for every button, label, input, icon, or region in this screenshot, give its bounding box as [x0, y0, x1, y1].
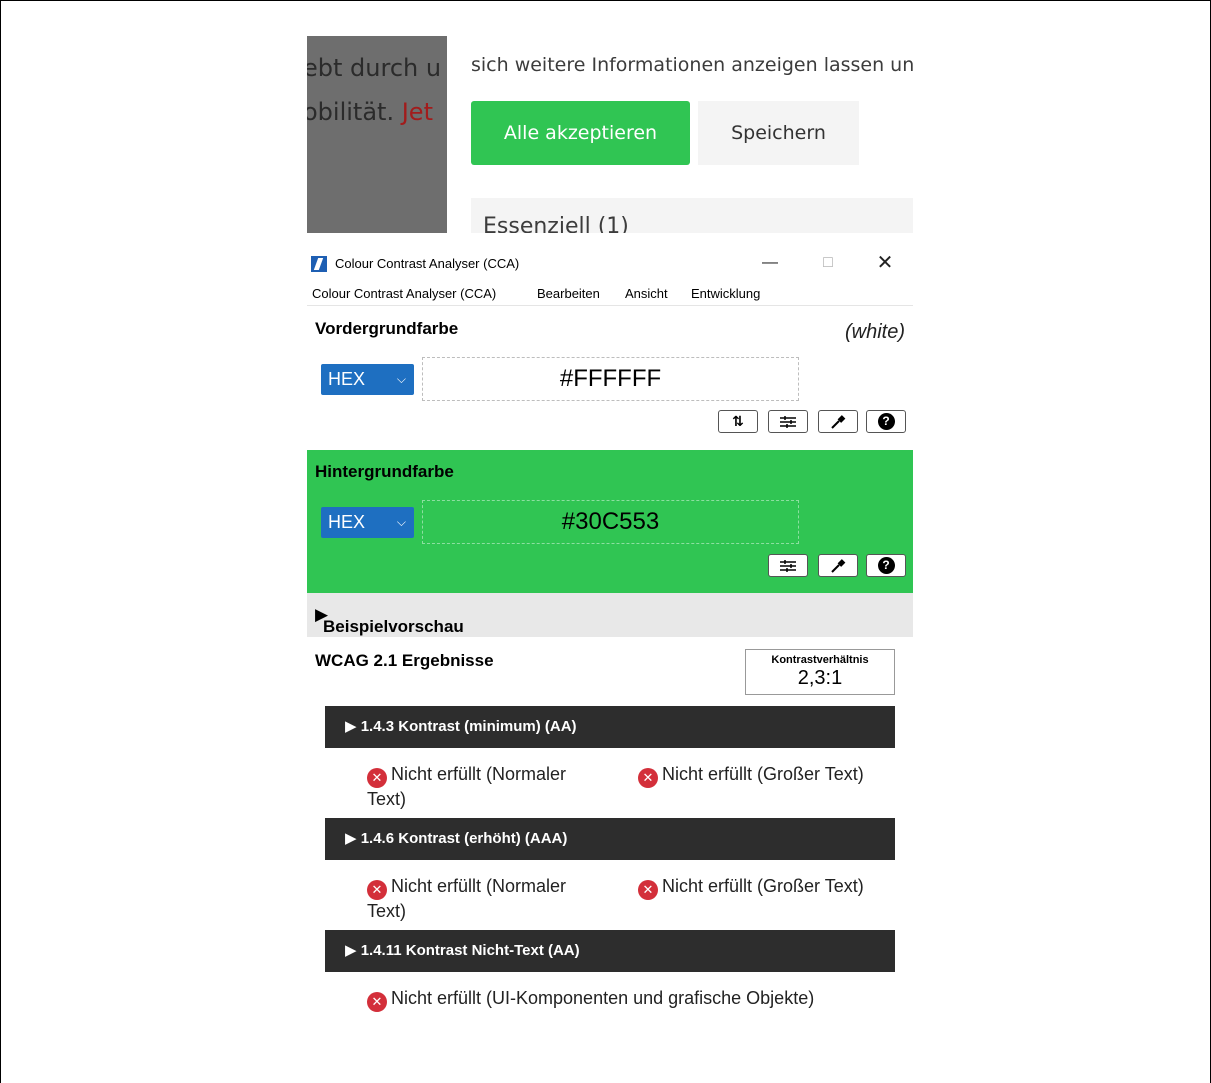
chevron-down-icon: ⌵	[396, 515, 406, 529]
menu-item-entwicklung[interactable]: Entwicklung	[691, 286, 760, 301]
criterion-1-4-6-large-result: ✕ Nicht erfüllt (Großer Text)	[638, 875, 908, 900]
contrast-ratio-label: Kontrastverhältnis	[771, 654, 869, 666]
criterion-1-4-3-header[interactable]: ▶ 1.4.3 Kontrast (minimum) (AA)	[325, 706, 895, 748]
foreground-sliders-button[interactable]	[768, 410, 808, 433]
menu-item-ansicht[interactable]: Ansicht	[625, 286, 668, 301]
criterion-1-4-3-large-text: Nicht erfüllt (Großer Text)	[662, 764, 864, 784]
foreground-hex-input[interactable]: #FFFFFF	[422, 357, 799, 401]
criterion-1-4-3-large-result: ✕ Nicht erfüllt (Großer Text)	[638, 763, 908, 788]
background-text-line2: obilität. Jet	[307, 98, 433, 126]
title-bar: Colour Contrast Analyser (CCA) — □ ✕	[307, 233, 913, 281]
foreground-label: Vordergrundfarbe	[315, 319, 459, 338]
preview-label-text: Beispielvorschau	[323, 617, 464, 636]
foreground-format-value: HEX	[328, 369, 366, 389]
cookie-banner: sich weitere Informationen anzeigen lass…	[447, 36, 913, 233]
preview-label: ▶ Beispielvorschau	[315, 605, 464, 636]
cookie-info-text: sich weitere Informationen anzeigen lass…	[471, 54, 913, 76]
background-label: Hintergrundfarbe	[315, 462, 454, 481]
contrast-ratio-box: Kontrastverhältnis 2,3:1	[745, 649, 895, 695]
contrast-ratio-value: 2,3:1	[797, 667, 843, 689]
fail-icon: ✕	[367, 880, 387, 900]
criterion-1-4-6-normal-text: Nicht erfüllt (Normaler Text)	[367, 876, 567, 921]
eyedropper-icon	[831, 414, 846, 429]
background-left-panel: ebt durch u obilität. Jet	[307, 36, 447, 233]
background-webpage: ebt durch u obilität. Jet sich weitere I…	[307, 36, 913, 233]
foreground-color-name: (white)	[844, 321, 905, 343]
criterion-1-4-6-title: 1.4.6 Kontrast (erhöht) (AAA)	[360, 830, 568, 847]
help-icon: ?	[877, 413, 895, 430]
fail-icon: ✕	[638, 880, 658, 900]
background-text-line1: ebt durch u	[307, 54, 442, 82]
cca-app-icon	[311, 256, 327, 272]
background-help-button[interactable]: ?	[866, 554, 906, 577]
background-sliders-button[interactable]	[768, 554, 808, 577]
cca-window: Colour Contrast Analyser (CCA) — □ ✕ Col…	[307, 233, 913, 1033]
criterion-1-4-11-title: 1.4.11 Kontrast Nicht-Text (AA)	[360, 942, 580, 959]
criterion-1-4-3-normal-result: ✕ Nicht erfüllt (Normaler Text)	[367, 763, 607, 810]
criterion-1-4-11-ui-result: ✕ Nicht erfüllt (UI-Komponenten und grafi…	[367, 987, 907, 1012]
background-format-value: HEX	[328, 512, 366, 532]
preview-toggle[interactable]: ▶ Beispielvorschau	[307, 593, 913, 637]
criterion-1-4-3-normal-text: Nicht erfüllt (Normaler Text)	[367, 764, 567, 809]
essential-label: Essenziell (1)	[483, 214, 629, 233]
criterion-1-4-3-title: 1.4.3 Kontrast (minimum) (AA)	[360, 718, 577, 735]
criterion-1-4-6-header[interactable]: ▶ 1.4.6 Kontrast (erhöht) (AAA)	[325, 818, 895, 860]
fail-icon: ✕	[367, 992, 387, 1012]
fail-icon: ✕	[367, 768, 387, 788]
menu-bar: Colour Contrast Analyser (CCA) Bearbeite…	[307, 284, 913, 306]
criterion-1-4-6-large-text: Nicht erfüllt (Großer Text)	[662, 876, 864, 896]
minimize-button[interactable]: —	[750, 251, 790, 275]
save-button[interactable]: Speichern	[698, 101, 859, 165]
swap-icon: ⇅	[732, 413, 744, 429]
background-format-select[interactable]: HEX ⌵	[321, 507, 414, 538]
close-button[interactable]: ✕	[865, 251, 905, 275]
swap-colors-button[interactable]: ⇅	[718, 410, 758, 433]
background-eyedropper-button[interactable]	[818, 554, 858, 577]
essential-section[interactable]: Essenziell (1)	[471, 198, 913, 233]
foreground-eyedropper-button[interactable]	[818, 410, 858, 433]
eyedropper-icon	[831, 558, 846, 573]
background-hex-input[interactable]: #30C553	[422, 500, 799, 544]
foreground-format-select[interactable]: HEX ⌵	[321, 364, 414, 395]
foreground-section: Vordergrundfarbe (white) HEX ⌵ #FFFFFF ⇅…	[307, 307, 913, 443]
criterion-1-4-6-normal-result: ✕ Nicht erfüllt (Normaler Text)	[367, 875, 607, 922]
menu-item-bearbeiten[interactable]: Bearbeiten	[537, 286, 600, 301]
help-icon: ?	[877, 557, 895, 574]
sliders-icon	[780, 559, 796, 572]
sliders-icon	[780, 415, 796, 428]
criterion-1-4-11-ui-text: Nicht erfüllt (UI-Komponenten und grafis…	[391, 988, 815, 1008]
menu-item-cca[interactable]: Colour Contrast Analyser (CCA)	[312, 286, 496, 301]
background-color-section: Hintergrundfarbe HEX ⌵ #30C553 ?	[307, 450, 913, 593]
background-text-line2-plain: obilität.	[307, 98, 395, 126]
chevron-down-icon: ⌵	[396, 372, 406, 386]
window-title: Colour Contrast Analyser (CCA)	[335, 256, 520, 271]
accept-all-button[interactable]: Alle akzeptieren	[471, 101, 690, 165]
criterion-1-4-11-header[interactable]: ▶ 1.4.11 Kontrast Nicht-Text (AA)	[325, 930, 895, 972]
foreground-help-button[interactable]: ?	[866, 410, 906, 433]
fail-icon: ✕	[638, 768, 658, 788]
results-title: WCAG 2.1 Ergebnisse	[315, 651, 494, 670]
maximize-button[interactable]: □	[808, 251, 848, 275]
background-link[interactable]: Jet	[402, 98, 433, 126]
